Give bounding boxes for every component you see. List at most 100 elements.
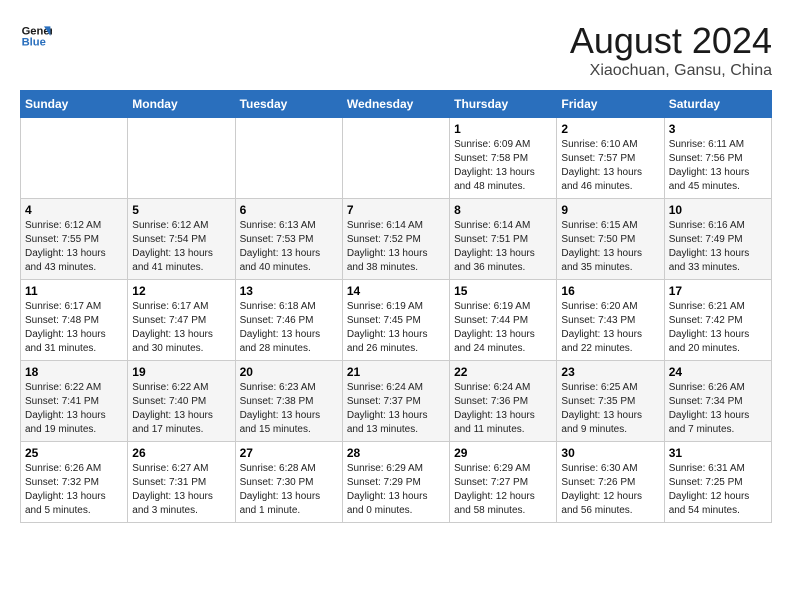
calendar-cell: 7 Sunrise: 6:14 AM Sunset: 7:52 PM Daylig… xyxy=(342,199,449,280)
day-number: 24 xyxy=(669,365,767,379)
calendar-cell: 2Sunrise: 6:10 AM Sunset: 7:57 PM Daylig… xyxy=(557,118,664,199)
day-number: 31 xyxy=(669,446,767,460)
calendar-cell: 1 Sunrise: 6:09 AM Sunset: 7:58 PM Daylig… xyxy=(450,118,557,199)
calendar-cell: 14Sunrise: 6:19 AM Sunset: 7:45 PM Dayli… xyxy=(342,280,449,361)
day-number: 9 xyxy=(561,203,659,217)
calendar-cell xyxy=(21,118,128,199)
day-number: 18 xyxy=(25,365,123,379)
day-info: Sunrise: 6:14 AM Sunset: 7:51 PM Dayligh… xyxy=(454,219,552,275)
day-info: Sunrise: 6:28 AM Sunset: 7:30 PM Dayligh… xyxy=(240,462,338,518)
calendar-cell: 9 Sunrise: 6:15 AM Sunset: 7:50 PM Daylig… xyxy=(557,199,664,280)
weekday-header-tuesday: Tuesday xyxy=(235,91,342,118)
day-info: Sunrise: 6:11 AM Sunset: 7:56 PM Dayligh… xyxy=(669,138,767,194)
day-number: 19 xyxy=(132,365,230,379)
day-info: Sunrise: 6:09 AM Sunset: 7:58 PM Dayligh… xyxy=(454,138,552,194)
day-info: Sunrise: 6:24 AM Sunset: 7:37 PM Dayligh… xyxy=(347,381,445,437)
calendar-cell: 27 Sunrise: 6:28 AM Sunset: 7:30 PM Dayli… xyxy=(235,442,342,523)
day-info: Sunrise: 6:24 AM Sunset: 7:36 PM Dayligh… xyxy=(454,381,552,437)
calendar-cell: 21Sunrise: 6:24 AM Sunset: 7:37 PM Dayli… xyxy=(342,361,449,442)
day-info: Sunrise: 6:22 AM Sunset: 7:40 PM Dayligh… xyxy=(132,381,230,437)
day-info: Sunrise: 6:21 AM Sunset: 7:42 PM Dayligh… xyxy=(669,300,767,356)
location-subtitle: Xiaochuan, Gansu, China xyxy=(570,62,772,80)
day-info: Sunrise: 6:31 AM Sunset: 7:25 PM Dayligh… xyxy=(669,462,767,518)
day-info: Sunrise: 6:29 AM Sunset: 7:29 PM Dayligh… xyxy=(347,462,445,518)
day-number: 4 xyxy=(25,203,123,217)
day-info: Sunrise: 6:12 AM Sunset: 7:54 PM Dayligh… xyxy=(132,219,230,275)
svg-text:Blue: Blue xyxy=(22,37,46,49)
day-info: Sunrise: 6:17 AM Sunset: 7:47 PM Dayligh… xyxy=(132,300,230,356)
calendar-cell: 17 Sunrise: 6:21 AM Sunset: 7:42 PM Dayli… xyxy=(664,280,771,361)
day-info: Sunrise: 6:12 AM Sunset: 7:55 PM Dayligh… xyxy=(25,219,123,275)
calendar-cell: 11 Sunrise: 6:17 AM Sunset: 7:48 PM Dayli… xyxy=(21,280,128,361)
title-block: August 2024 Xiaochuan, Gansu, China xyxy=(570,20,772,80)
calendar-week-1: 1 Sunrise: 6:09 AM Sunset: 7:58 PM Daylig… xyxy=(21,118,772,199)
day-number: 29 xyxy=(454,446,552,460)
day-info: Sunrise: 6:19 AM Sunset: 7:44 PM Dayligh… xyxy=(454,300,552,356)
day-number: 1 xyxy=(454,122,552,136)
calendar-cell: 12 Sunrise: 6:17 AM Sunset: 7:47 PM Dayli… xyxy=(128,280,235,361)
weekday-header-monday: Monday xyxy=(128,91,235,118)
day-info: Sunrise: 6:27 AM Sunset: 7:31 PM Dayligh… xyxy=(132,462,230,518)
day-info: Sunrise: 6:20 AM Sunset: 7:43 PM Dayligh… xyxy=(561,300,659,356)
weekday-header-sunday: Sunday xyxy=(21,91,128,118)
calendar-cell: 29 Sunrise: 6:29 AM Sunset: 7:27 PM Dayli… xyxy=(450,442,557,523)
day-number: 15 xyxy=(454,284,552,298)
calendar-cell: 24 Sunrise: 6:26 AM Sunset: 7:34 PM Dayli… xyxy=(664,361,771,442)
day-number: 25 xyxy=(25,446,123,460)
weekday-header-thursday: Thursday xyxy=(450,91,557,118)
day-number: 28 xyxy=(347,446,445,460)
day-info: Sunrise: 6:18 AM Sunset: 7:46 PM Dayligh… xyxy=(240,300,338,356)
calendar-cell: 18 Sunrise: 6:22 AM Sunset: 7:41 PM Dayli… xyxy=(21,361,128,442)
weekday-header-wednesday: Wednesday xyxy=(342,91,449,118)
calendar-cell: 25Sunrise: 6:26 AM Sunset: 7:32 PM Dayli… xyxy=(21,442,128,523)
calendar-cell: 20 Sunrise: 6:23 AM Sunset: 7:38 PM Dayli… xyxy=(235,361,342,442)
day-number: 12 xyxy=(132,284,230,298)
weekday-header-friday: Friday xyxy=(557,91,664,118)
calendar-cell xyxy=(235,118,342,199)
calendar-cell: 23Sunrise: 6:25 AM Sunset: 7:35 PM Dayli… xyxy=(557,361,664,442)
day-number: 20 xyxy=(240,365,338,379)
day-info: Sunrise: 6:13 AM Sunset: 7:53 PM Dayligh… xyxy=(240,219,338,275)
calendar-week-4: 18 Sunrise: 6:22 AM Sunset: 7:41 PM Dayli… xyxy=(21,361,772,442)
calendar-week-2: 4 Sunrise: 6:12 AM Sunset: 7:55 PM Daylig… xyxy=(21,199,772,280)
day-number: 3 xyxy=(669,122,767,136)
day-number: 27 xyxy=(240,446,338,460)
day-number: 5 xyxy=(132,203,230,217)
calendar-cell: 30 Sunrise: 6:30 AM Sunset: 7:26 PM Dayli… xyxy=(557,442,664,523)
day-number: 26 xyxy=(132,446,230,460)
day-info: Sunrise: 6:26 AM Sunset: 7:34 PM Dayligh… xyxy=(669,381,767,437)
day-number: 30 xyxy=(561,446,659,460)
day-info: Sunrise: 6:10 AM Sunset: 7:57 PM Dayligh… xyxy=(561,138,659,194)
day-info: Sunrise: 6:14 AM Sunset: 7:52 PM Dayligh… xyxy=(347,219,445,275)
calendar-cell: 16Sunrise: 6:20 AM Sunset: 7:43 PM Dayli… xyxy=(557,280,664,361)
calendar-cell: 4 Sunrise: 6:12 AM Sunset: 7:55 PM Daylig… xyxy=(21,199,128,280)
calendar-cell: 31 Sunrise: 6:31 AM Sunset: 7:25 PM Dayli… xyxy=(664,442,771,523)
calendar-cell: 19 Sunrise: 6:22 AM Sunset: 7:40 PM Dayli… xyxy=(128,361,235,442)
month-title: August 2024 xyxy=(570,20,772,62)
calendar-cell: 5 Sunrise: 6:12 AM Sunset: 7:54 PM Daylig… xyxy=(128,199,235,280)
calendar-week-3: 11 Sunrise: 6:17 AM Sunset: 7:48 PM Dayli… xyxy=(21,280,772,361)
logo-icon: General Blue xyxy=(20,20,52,52)
day-number: 17 xyxy=(669,284,767,298)
logo: General Blue xyxy=(20,20,52,52)
calendar-cell: 22 Sunrise: 6:24 AM Sunset: 7:36 PM Dayli… xyxy=(450,361,557,442)
day-info: Sunrise: 6:22 AM Sunset: 7:41 PM Dayligh… xyxy=(25,381,123,437)
day-info: Sunrise: 6:23 AM Sunset: 7:38 PM Dayligh… xyxy=(240,381,338,437)
day-info: Sunrise: 6:29 AM Sunset: 7:27 PM Dayligh… xyxy=(454,462,552,518)
calendar-table: SundayMondayTuesdayWednesdayThursdayFrid… xyxy=(20,90,772,523)
calendar-cell: 3 Sunrise: 6:11 AM Sunset: 7:56 PM Daylig… xyxy=(664,118,771,199)
day-number: 11 xyxy=(25,284,123,298)
calendar-cell: 15 Sunrise: 6:19 AM Sunset: 7:44 PM Dayli… xyxy=(450,280,557,361)
calendar-cell: 28 Sunrise: 6:29 AM Sunset: 7:29 PM Dayli… xyxy=(342,442,449,523)
day-number: 7 xyxy=(347,203,445,217)
calendar-cell: 10Sunrise: 6:16 AM Sunset: 7:49 PM Dayli… xyxy=(664,199,771,280)
day-info: Sunrise: 6:17 AM Sunset: 7:48 PM Dayligh… xyxy=(25,300,123,356)
day-info: Sunrise: 6:15 AM Sunset: 7:50 PM Dayligh… xyxy=(561,219,659,275)
calendar-cell: 6 Sunrise: 6:13 AM Sunset: 7:53 PM Daylig… xyxy=(235,199,342,280)
day-info: Sunrise: 6:16 AM Sunset: 7:49 PM Dayligh… xyxy=(669,219,767,275)
day-info: Sunrise: 6:30 AM Sunset: 7:26 PM Dayligh… xyxy=(561,462,659,518)
weekday-header-row: SundayMondayTuesdayWednesdayThursdayFrid… xyxy=(21,91,772,118)
day-number: 13 xyxy=(240,284,338,298)
day-number: 22 xyxy=(454,365,552,379)
day-number: 6 xyxy=(240,203,338,217)
